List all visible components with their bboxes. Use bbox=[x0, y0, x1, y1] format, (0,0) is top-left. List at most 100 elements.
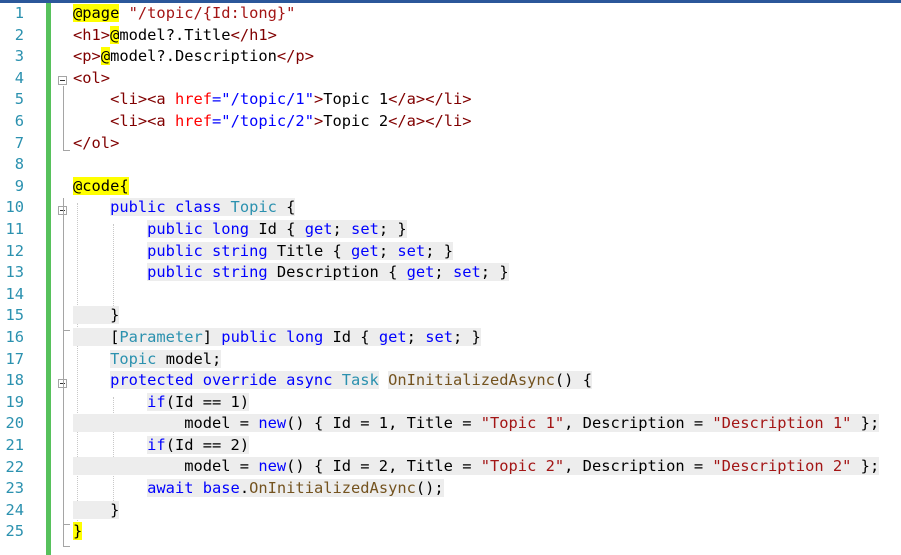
line-number: 9 bbox=[14, 176, 24, 195]
code-token: protected override async bbox=[110, 371, 342, 390]
code-token: ; } bbox=[425, 241, 453, 260]
code-token: set bbox=[351, 219, 379, 238]
code-line[interactable]: model = new() { Id = 2, Title = "Topic 2… bbox=[73, 456, 880, 478]
code-token: if bbox=[147, 435, 166, 454]
code-line[interactable]: Topic model; bbox=[73, 349, 879, 371]
line-number: 13 bbox=[5, 263, 24, 282]
code-token: "/topic/{Id:long}" bbox=[128, 4, 296, 22]
code-line[interactable]: if(Id == 2) bbox=[73, 435, 879, 457]
code-line[interactable]: public long Id { get; set; } bbox=[73, 219, 879, 241]
code-token: ; bbox=[406, 327, 426, 346]
code-token: <h1> bbox=[73, 25, 111, 44]
code-token: Topic bbox=[110, 349, 157, 368]
code-token: ; bbox=[434, 263, 453, 282]
outline-end-ol bbox=[63, 150, 70, 151]
code-token: new bbox=[258, 414, 287, 433]
code-line[interactable]: <h1>@model?.Title</h1> bbox=[73, 25, 879, 47]
code-token: [ bbox=[73, 327, 120, 346]
code-token: get bbox=[378, 327, 407, 346]
code-line[interactable]: @page "/topic/{Id:long}" bbox=[73, 3, 879, 25]
code-line[interactable]: } bbox=[73, 521, 879, 543]
code-line[interactable] bbox=[73, 284, 879, 306]
code-line[interactable]: public string Title { get; set; } bbox=[73, 241, 879, 263]
code-token: }; bbox=[851, 457, 880, 476]
code-line[interactable]: model = new() { Id = 1, Title = "Topic 1… bbox=[73, 413, 880, 435]
code-token: set bbox=[397, 241, 426, 260]
collapse-ol-icon[interactable] bbox=[58, 76, 67, 85]
code-token: public string bbox=[147, 263, 277, 282]
code-token: <ol> bbox=[73, 68, 111, 87]
line-number: 16 bbox=[5, 328, 24, 346]
line-number: 22 bbox=[5, 457, 24, 476]
code-line[interactable]: } bbox=[73, 305, 879, 327]
line-number: 21 bbox=[5, 436, 24, 454]
line-number: 7 bbox=[14, 133, 24, 152]
code-token: "Description 2" bbox=[712, 457, 852, 476]
code-token: Id { bbox=[332, 327, 379, 346]
code-token: > bbox=[313, 90, 324, 109]
code-line[interactable]: <li><a href="/topic/2">Topic 2</a></li> bbox=[73, 111, 879, 133]
line-number: 10 bbox=[5, 198, 24, 217]
code-token: get bbox=[406, 263, 435, 282]
code-token: . bbox=[239, 479, 250, 498]
outline-line-code bbox=[63, 198, 64, 546]
code-line[interactable]: <li><a href="/topic/1">Topic 1</a></li> bbox=[73, 89, 879, 111]
code-line[interactable] bbox=[73, 154, 879, 176]
code-line[interactable]: <p>@model?.Description</p> bbox=[73, 46, 879, 68]
line-number: 23 bbox=[5, 479, 24, 498]
line-number: 17 bbox=[5, 349, 24, 368]
line-number: 12 bbox=[5, 241, 24, 260]
code-token: ; } bbox=[480, 263, 509, 282]
code-token: set bbox=[425, 327, 454, 346]
code-token: > bbox=[313, 111, 324, 130]
code-token: @ bbox=[100, 47, 111, 66]
line-number: 6 bbox=[14, 112, 24, 130]
code-token: ; bbox=[378, 241, 398, 260]
code-editor[interactable]: @page "/topic/{Id:long}" <h1>@model?.Titl… bbox=[73, 3, 880, 543]
code-token: new bbox=[258, 457, 287, 476]
code-line[interactable]: protected override async Task OnInitiali… bbox=[73, 370, 879, 392]
code-token: </ol> bbox=[73, 133, 120, 152]
code-token: public long bbox=[221, 327, 333, 346]
code-token: get bbox=[351, 241, 379, 260]
code-token: , Description = bbox=[564, 414, 713, 433]
line-number: 2 bbox=[14, 25, 24, 44]
code-line[interactable]: @code{ bbox=[73, 176, 879, 198]
code-token: <li><a bbox=[110, 111, 175, 130]
code-line[interactable]: } bbox=[73, 500, 879, 522]
code-line[interactable]: [Parameter] public long Id { get; set; } bbox=[73, 327, 879, 349]
code-line[interactable]: await base.OnInitializedAsync(); bbox=[73, 478, 879, 500]
code-line[interactable]: public class Topic { bbox=[73, 197, 879, 219]
code-token: Topic 1 bbox=[323, 90, 389, 109]
code-token: @code{ bbox=[73, 176, 129, 195]
code-token: model; bbox=[156, 349, 222, 368]
code-line[interactable]: <ol> bbox=[73, 68, 879, 90]
code-token: ="/topic/1" bbox=[212, 90, 314, 109]
code-token: } bbox=[73, 306, 120, 325]
code-token: ] bbox=[202, 327, 222, 346]
code-line[interactable]: </ol> bbox=[73, 133, 879, 155]
code-token: (Id == 2) bbox=[165, 435, 250, 454]
code-token: await base bbox=[147, 479, 240, 498]
code-token: if bbox=[147, 392, 166, 411]
code-token: "Description 1" bbox=[712, 414, 852, 433]
change-tracking-margin bbox=[46, 3, 51, 555]
code-token: set bbox=[452, 263, 481, 282]
line-number: 5 bbox=[14, 90, 24, 109]
line-number: 11 bbox=[5, 220, 24, 238]
code-token: public string bbox=[147, 241, 277, 260]
code-token: model = bbox=[73, 457, 259, 476]
code-token: </h1> bbox=[230, 25, 277, 44]
code-line[interactable]: if(Id == 1) bbox=[73, 392, 879, 414]
code-token: model?.Description bbox=[110, 47, 277, 66]
line-number: 8 bbox=[14, 155, 24, 174]
code-line[interactable]: public string Description { get; set; } bbox=[73, 262, 879, 284]
code-token: ; } bbox=[453, 327, 481, 346]
